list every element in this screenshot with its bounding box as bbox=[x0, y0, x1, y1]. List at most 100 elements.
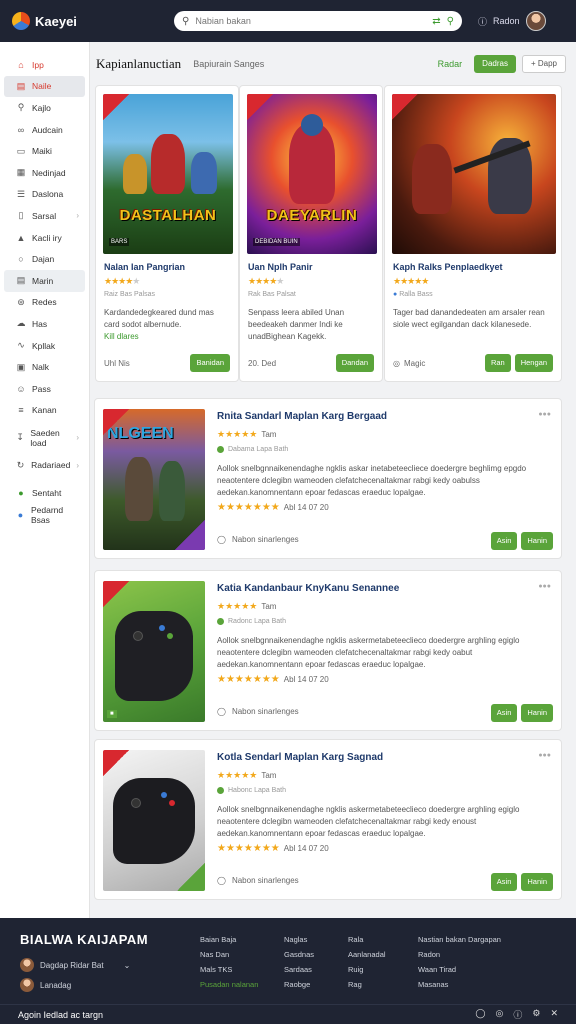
footer-link[interactable]: Radon bbox=[418, 947, 501, 962]
footer-link[interactable]: Baian Baja bbox=[200, 932, 258, 947]
card-title[interactable]: Nalan Ian Pangrian bbox=[104, 262, 185, 272]
chart-icon: ▲ bbox=[16, 232, 26, 243]
card-title[interactable]: Kaph Ralks Penplaedkyet bbox=[393, 262, 503, 272]
card-title[interactable]: Uan Nplh Panir bbox=[248, 262, 313, 272]
settings-icon[interactable]: ⚙ bbox=[532, 1008, 540, 1021]
info-icon[interactable]: ⓘ bbox=[478, 15, 487, 28]
card-link[interactable]: Kill dlares bbox=[104, 332, 139, 341]
sidebar-item-tag[interactable]: ○ Dajan bbox=[4, 248, 85, 270]
game-cover[interactable] bbox=[103, 750, 205, 891]
card-title[interactable]: Katia Kandanbaur KnyKanu Senannee bbox=[217, 583, 399, 594]
radar-link[interactable]: Radar bbox=[438, 59, 463, 69]
card-secondary-button[interactable]: Hanin bbox=[521, 532, 553, 550]
card-secondary-button[interactable]: Hengan bbox=[514, 354, 553, 372]
search-submit-icon[interactable]: ⚲ bbox=[447, 16, 454, 27]
list-item[interactable]: Kotla Sendarl Maplan Karg Sagnad ●●● ★★★… bbox=[94, 739, 562, 900]
list-item[interactable]: ■ Katia Kandanbaur KnyKanu Senannee ●●● … bbox=[94, 570, 562, 731]
sidebar-item-doc[interactable]: ▯ Sarsal › bbox=[4, 205, 85, 227]
sidebar-item-refresh[interactable]: ↻ Radariaed › bbox=[4, 455, 85, 477]
list-item[interactable]: NLGEEN Rnita Sandarl Maplan Karg Bergaad… bbox=[94, 398, 562, 559]
ribbon-badge bbox=[103, 581, 129, 607]
sidebar-item-store[interactable]: ▤ Naile bbox=[4, 75, 85, 98]
avatar[interactable] bbox=[525, 11, 546, 31]
footer-link[interactable]: Nas Dan bbox=[200, 947, 258, 962]
globe-icon: ● bbox=[17, 509, 24, 520]
cover-title: DASTALHAN bbox=[119, 207, 217, 224]
game-cover[interactable] bbox=[392, 94, 556, 254]
game-cover[interactable]: ■ bbox=[103, 581, 205, 722]
sidebar-item-globe-2[interactable]: ● Pedarnd Bsas bbox=[4, 504, 85, 526]
secondary-button[interactable]: + Dapp bbox=[521, 55, 566, 73]
search-input[interactable] bbox=[195, 16, 427, 26]
footer-link[interactable]: Waan Tirad bbox=[418, 962, 501, 977]
sidebar-item-pulse[interactable]: ∿ Kpllak bbox=[4, 335, 85, 357]
card-title[interactable]: Kotla Sendarl Maplan Karg Sagnad bbox=[217, 752, 383, 763]
sidebar-item-monitor[interactable]: ▭ Maiki bbox=[4, 140, 85, 162]
sidebar-item-chart[interactable]: ▲ Kacli iry bbox=[4, 227, 85, 249]
sidebar-item-globe[interactable]: ● Sentaht bbox=[4, 482, 85, 504]
footer-link[interactable]: Rag bbox=[348, 977, 386, 992]
sidebar: ⌂ Ipp ▤ Naile ⚲ Kajlo ∞ Audcain ▭ Maiki ▦ Nedi… bbox=[0, 42, 90, 918]
card-action-button[interactable]: Asin bbox=[490, 873, 518, 891]
card-action-button[interactable]: Asin bbox=[490, 704, 518, 722]
sidebar-item-list[interactable]: ☰ Daslona bbox=[4, 184, 85, 206]
card-secondary-button[interactable]: Hanin bbox=[521, 873, 553, 891]
search-icon: ⚲ bbox=[182, 15, 190, 27]
footer-link[interactable]: Nastian bakan Dargapan bbox=[418, 932, 501, 947]
shuffle-icon[interactable]: ⇄ bbox=[432, 16, 440, 27]
card-action-button[interactable]: Banidan bbox=[190, 354, 230, 372]
more-icon[interactable]: ●●● bbox=[538, 583, 551, 590]
card-action-button[interactable]: Ran bbox=[484, 354, 511, 372]
top-bar: Kaeyei ⚲ ⇄ ⚲ ⓘ Radon bbox=[0, 0, 576, 42]
sidebar-item-search[interactable]: ⚲ Kajlo bbox=[4, 97, 85, 119]
card-meta: Radonc Lapa Bath bbox=[217, 618, 286, 625]
game-cover[interactable]: DASTALHAN BARS bbox=[103, 94, 233, 254]
close-icon[interactable]: ✕ bbox=[550, 1008, 558, 1021]
primary-button[interactable]: Dadras bbox=[474, 55, 516, 73]
circle-icon[interactable]: ◯ bbox=[475, 1008, 485, 1021]
user-label[interactable]: Radon bbox=[493, 16, 520, 26]
game-cover[interactable]: DAEYARLIN DEBIDAN BUIN bbox=[247, 94, 377, 254]
sidebar-item-image[interactable]: ▣ Nalk bbox=[4, 356, 85, 378]
card-action-button[interactable]: Asin bbox=[490, 532, 518, 550]
game-cover[interactable]: NLGEEN bbox=[103, 409, 205, 550]
footer-user[interactable]: Lanadag bbox=[20, 978, 71, 992]
info-icon[interactable]: ⓘ bbox=[513, 1008, 522, 1021]
footer-link[interactable]: Naglas bbox=[284, 932, 314, 947]
sidebar-item-download[interactable]: ↧ Saeden load › bbox=[4, 427, 85, 449]
footer-link[interactable]: Sardaas bbox=[284, 962, 314, 977]
app-logo[interactable]: Kaeyei bbox=[12, 12, 172, 30]
sidebar-item-link[interactable]: ∞ Audcain bbox=[4, 119, 85, 141]
footer-link[interactable]: Mals TKS bbox=[200, 962, 258, 977]
footer-link[interactable]: Gasdnas bbox=[284, 947, 314, 962]
footer-link[interactable]: Rala bbox=[348, 932, 386, 947]
more-icon[interactable]: ●●● bbox=[538, 752, 551, 759]
game-card[interactable]: DAEYARLIN DEBIDAN BUIN Uan Nplh Panir ★★… bbox=[239, 85, 383, 382]
sidebar-item-layers[interactable]: ▤ Marin bbox=[4, 269, 85, 292]
sidebar-item-grid[interactable]: ▦ Nedinjad bbox=[4, 162, 85, 184]
score-row: ★★★★★★★ Abl 14 07 20 bbox=[217, 843, 329, 854]
sidebar-item-menu[interactable]: ≡ Kanan bbox=[4, 400, 85, 422]
footer-link[interactable]: Raobge bbox=[284, 977, 314, 992]
score-row: ★★★★★★★ Abl 14 07 20 bbox=[217, 502, 329, 513]
game-card[interactable]: DASTALHAN BARS Nalan Ian Pangrian ★★★★★ … bbox=[95, 85, 239, 382]
refresh-icon: ↻ bbox=[16, 459, 25, 470]
sidebar-item-cart[interactable]: ⊛ Redes bbox=[4, 292, 85, 314]
globe-icon[interactable]: ◎ bbox=[496, 1008, 504, 1021]
footer-link[interactable]: Aanlanadal bbox=[348, 947, 386, 962]
card-action-button[interactable]: Dandan bbox=[335, 354, 374, 372]
game-card[interactable]: Kaph Ralks Penplaedkyet ★★★★★ ● Ralla Ba… bbox=[384, 85, 562, 382]
footer-link[interactable]: Masanas bbox=[418, 977, 501, 992]
more-icon[interactable]: ●●● bbox=[538, 411, 551, 418]
card-title[interactable]: Rnita Sandarl Maplan Karg Bergaad bbox=[217, 411, 387, 422]
card-secondary-button[interactable]: Hanin bbox=[521, 704, 553, 722]
footer-link[interactable]: Ruig bbox=[348, 962, 386, 977]
card-meta: Raiz Bas Palsas bbox=[104, 291, 155, 298]
footer-link[interactable]: Pusadan nalanan bbox=[200, 977, 258, 992]
footer-user[interactable]: Dagdap Ridar Bat ⌄ bbox=[20, 958, 130, 972]
sidebar-item-user[interactable]: ☺ Pass bbox=[4, 378, 85, 400]
pulse-icon: ∿ bbox=[17, 340, 25, 351]
globe-icon: ● bbox=[18, 488, 24, 499]
sidebar-item-home[interactable]: ⌂ Ipp bbox=[4, 54, 85, 76]
sidebar-item-cloud[interactable]: ☁ Has bbox=[4, 313, 85, 335]
